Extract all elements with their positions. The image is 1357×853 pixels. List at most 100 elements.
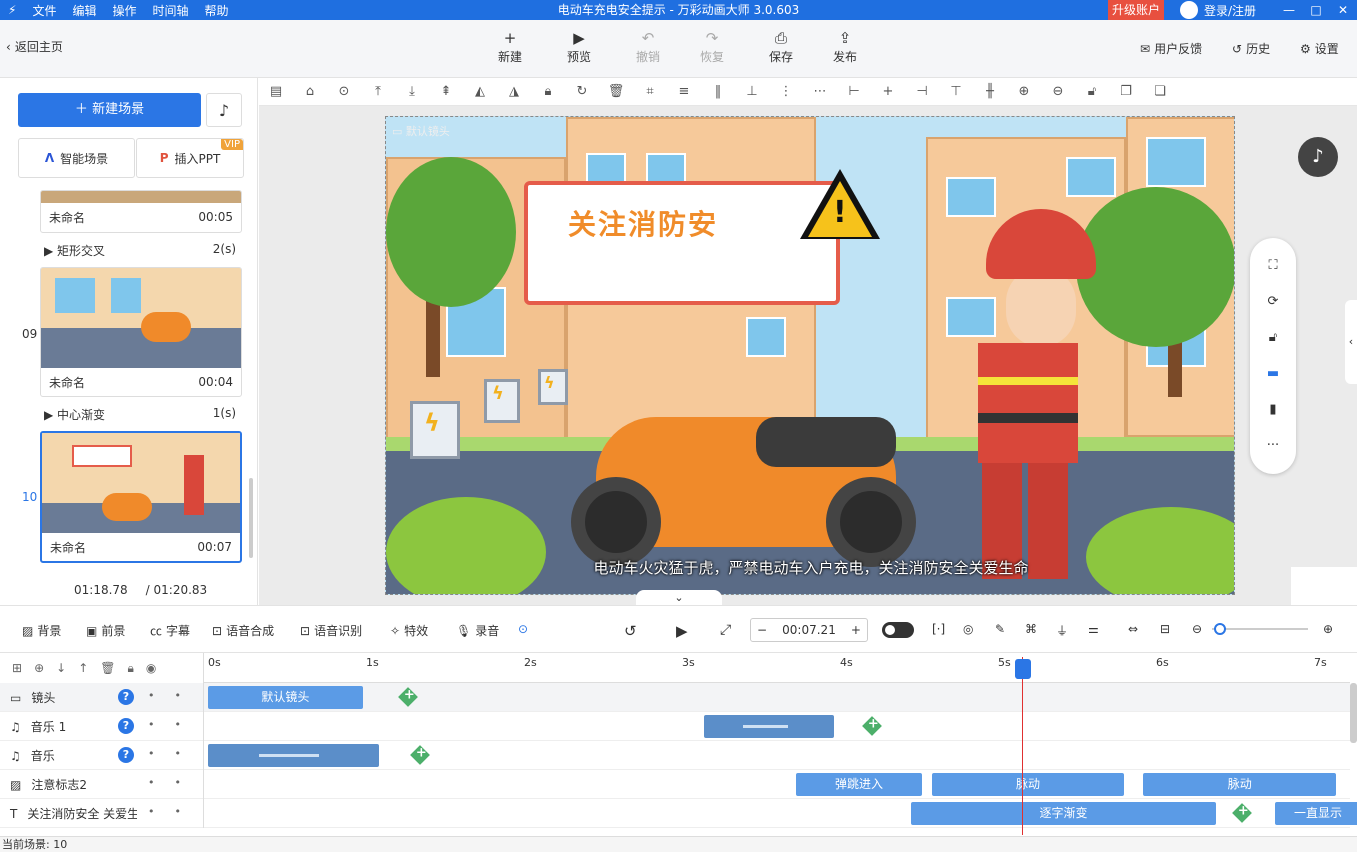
caption-button[interactable]: ㏄字幕	[150, 622, 190, 639]
zoom-in-icon[interactable]: ⊕	[1007, 84, 1041, 99]
home-icon[interactable]: ⌂	[293, 84, 327, 99]
speech-recognition-button[interactable]: ⊡语音识别	[300, 622, 362, 639]
add-folder-icon[interactable]: ⊞	[12, 661, 22, 675]
timeline-clip[interactable]: 脉动	[1143, 773, 1336, 796]
add-layer-icon[interactable]: ⊕	[34, 661, 44, 675]
playhead-handle[interactable]	[1015, 659, 1031, 679]
music-note-icon[interactable]: ♪	[206, 93, 242, 127]
track-toggle-dots[interactable]: ••	[148, 718, 201, 731]
replay-icon[interactable]: ↺	[624, 622, 637, 640]
minimize-button[interactable]: —	[1276, 0, 1302, 20]
filter-icon[interactable]: ⏚	[1056, 622, 1068, 639]
music-note-icon[interactable]: ♪	[1298, 137, 1338, 177]
track-row[interactable]: ▭镜头?••默认镜头	[0, 683, 1350, 712]
help-icon[interactable]: ?	[118, 718, 134, 734]
ratio-icon[interactable]: ⊟	[1160, 622, 1170, 636]
help-icon[interactable]: ?	[118, 689, 134, 705]
collapse-timeline-icon[interactable]: ⌄	[636, 590, 722, 606]
align-right-icon[interactable]: ⊣	[905, 84, 939, 99]
align-top-icon[interactable]: ≡	[667, 84, 701, 99]
track-row[interactable]: ▨注意标志2••弹跳进入脉动脉动	[0, 770, 1350, 799]
undo-button[interactable]: ↶撤销	[624, 28, 672, 65]
audio-clip[interactable]	[704, 715, 834, 738]
settings-button[interactable]: ⚙设置	[1300, 40, 1339, 57]
publish-button[interactable]: ⇪发布	[821, 28, 869, 65]
track-toggle-dots[interactable]: ••	[148, 747, 201, 760]
fullscreen-icon[interactable]: ⛶	[1250, 248, 1296, 284]
help-icon[interactable]: ?	[118, 747, 134, 763]
time-increase-button[interactable]: +	[851, 623, 861, 637]
timeline-clip[interactable]: 逐字渐变	[911, 802, 1216, 825]
foreground-button[interactable]: ▣前景	[86, 622, 125, 639]
track-row[interactable]: ♫音乐?••	[0, 741, 1350, 770]
minimap[interactable]	[1291, 567, 1357, 605]
unlock-icon[interactable]: 🔓︎	[1250, 320, 1296, 356]
collapse-right-icon[interactable]: ‹	[1345, 300, 1357, 384]
add-animation-icon[interactable]	[398, 687, 418, 707]
toggle-switch[interactable]	[882, 622, 914, 638]
login-button[interactable]: 登录/注册	[1180, 0, 1256, 20]
more-dots-icon[interactable]: ···	[1250, 428, 1296, 464]
send-bottom-icon[interactable]: ⤓	[395, 84, 429, 99]
align-middle-icon[interactable]: ‖	[701, 84, 735, 99]
timeline-ruler[interactable]: 0s1s2s3s4s5s6s7s	[204, 653, 1350, 683]
menu-edit[interactable]: 编辑	[64, 2, 104, 19]
crop-icon[interactable]: ⌗	[633, 84, 667, 99]
track-toggle-dots[interactable]: ••	[148, 689, 201, 702]
tts-button[interactable]: ⊡语音合成	[212, 622, 274, 639]
menu-file[interactable]: 文件	[24, 2, 64, 19]
landscape-icon[interactable]: ▬	[1250, 356, 1296, 392]
audio-clip[interactable]	[208, 744, 379, 767]
upgrade-account-button[interactable]: 升级账户	[1108, 0, 1164, 20]
back-home-button[interactable]: ‹ 返回主页	[6, 38, 63, 55]
delete-icon[interactable]: 🗑︎	[599, 84, 633, 99]
copy-icon[interactable]: ❐	[1109, 84, 1143, 99]
new-button[interactable]: +新建	[486, 28, 534, 65]
scene-card[interactable]: 未命名00:05	[40, 190, 242, 233]
redo-button[interactable]: ↷恢复	[688, 28, 736, 65]
stage-canvas[interactable]: ϟ ϟ ϟ 关注消防安 ! ▭ 默认镜头 电动车火灾猛于虎，严禁电动车入户充电，…	[385, 116, 1235, 595]
transition-item[interactable]: ▶ 矩形交叉 2(s)	[44, 242, 236, 259]
portrait-icon[interactable]: ▮	[1250, 392, 1296, 428]
add-animation-icon[interactable]	[862, 716, 882, 736]
eye-icon[interactable]: ◉	[146, 661, 156, 675]
rotate-screen-icon[interactable]: ⟳	[1250, 284, 1296, 320]
menu-operate[interactable]: 操作	[104, 2, 144, 19]
delete-icon[interactable]: 🗑︎	[100, 661, 115, 675]
play-icon[interactable]: ▶	[676, 622, 688, 640]
bring-top-icon[interactable]: ⤒	[361, 84, 395, 99]
zoom-out-icon[interactable]: ⊖	[1041, 84, 1075, 99]
adjust-icon[interactable]: ⚌	[1088, 622, 1099, 636]
scene-card-selected[interactable]: 未命名00:07	[40, 431, 242, 563]
align-icon[interactable]: ⇞	[429, 84, 463, 99]
save-button[interactable]: ⎙保存	[757, 28, 805, 65]
more-circle-icon[interactable]: ⊙	[518, 622, 528, 636]
expand-icon[interactable]: ⤢	[720, 622, 731, 638]
tracks-scrollbar[interactable]	[1350, 683, 1357, 743]
paste-icon[interactable]: ❏	[1143, 84, 1177, 99]
edit-icon[interactable]: ✎	[995, 622, 1005, 636]
zoom-slider[interactable]	[1212, 628, 1308, 630]
track-row[interactable]: T关注消防安全 关爱生命••逐字渐变一直显示	[0, 799, 1350, 828]
track-toggle-dots[interactable]: ••	[148, 805, 201, 818]
zoom-out-icon[interactable]: ⊖	[1192, 622, 1202, 636]
align-bottom-icon[interactable]: ⊥	[735, 84, 769, 99]
maximize-button[interactable]: □	[1303, 0, 1329, 20]
track-row[interactable]: ♫音乐 1?••	[0, 712, 1350, 741]
center-icon[interactable]: ╫	[973, 84, 1007, 99]
rotate-icon[interactable]: ↻	[565, 84, 599, 99]
more-icon[interactable]: ⊙	[327, 84, 361, 99]
background-button[interactable]: ▨背景	[22, 622, 61, 639]
menu-help[interactable]: 帮助	[197, 2, 237, 19]
add-animation-icon[interactable]	[410, 745, 430, 765]
time-decrease-button[interactable]: −	[757, 623, 767, 637]
add-animation-icon[interactable]	[1232, 803, 1252, 823]
transition-item[interactable]: ▶ 中心渐变 1(s)	[44, 406, 236, 423]
distribute-h-icon[interactable]: ⋯	[803, 84, 837, 99]
time-input[interactable]: − 00:07.21 +	[750, 618, 868, 642]
brush-icon[interactable]: ⌘	[1025, 622, 1037, 636]
align-center-icon[interactable]: +	[871, 84, 905, 99]
unlock-icon[interactable]: 🔓︎	[1075, 84, 1109, 99]
flip-h-icon[interactable]: ◭	[463, 84, 497, 99]
lock-icon[interactable]: 🔒︎	[127, 661, 133, 676]
